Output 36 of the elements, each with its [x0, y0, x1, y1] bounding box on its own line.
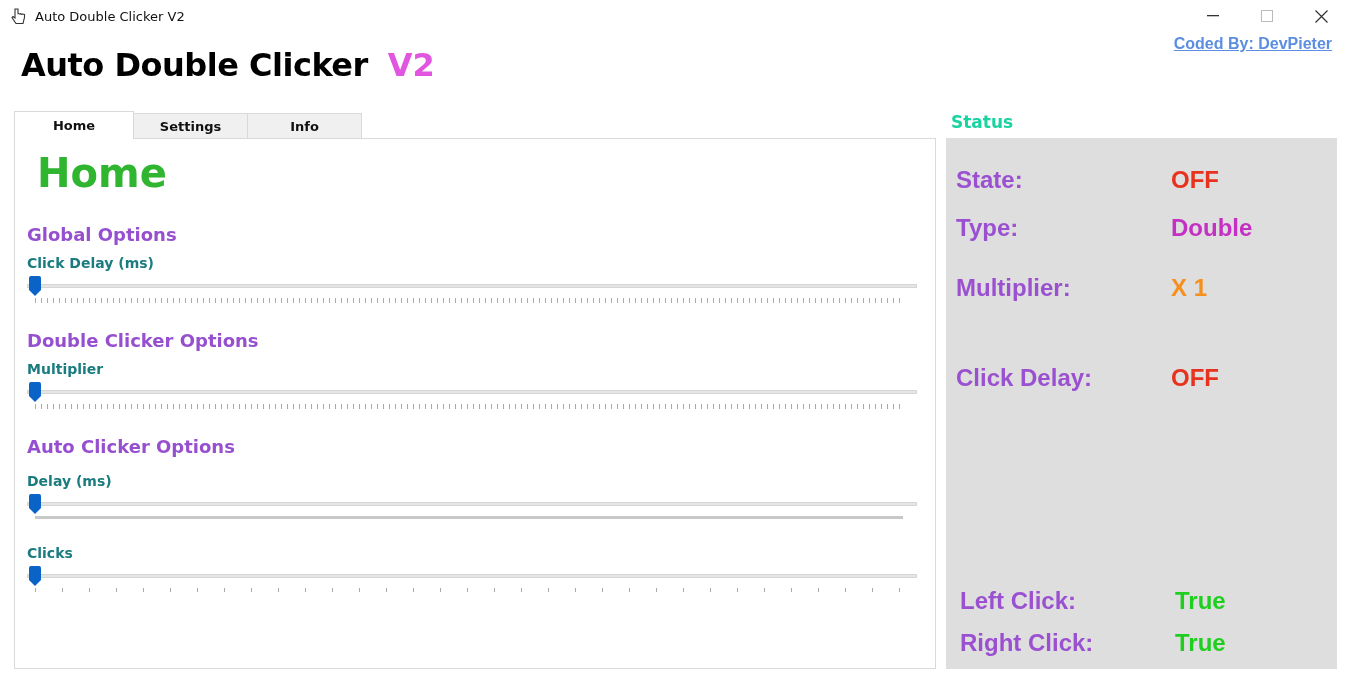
slider-label: Multiplier: [27, 360, 105, 378]
app-title: Auto Double Clicker: [21, 46, 368, 84]
slider-thumb[interactable]: [29, 276, 41, 296]
status-label: Click Delay:: [956, 364, 1094, 392]
status-label: State:: [956, 166, 1024, 194]
slider[interactable]: [27, 380, 917, 412]
status-label: Multiplier:: [956, 274, 1072, 302]
slider-thumb[interactable]: [29, 382, 41, 402]
slider-label: Click Delay (ms): [27, 254, 155, 272]
tab[interactable]: Info: [247, 113, 362, 138]
tab[interactable]: Settings: [133, 113, 248, 138]
status-label: Type:: [956, 214, 1020, 242]
slider-label: Delay (ms): [27, 472, 113, 490]
status-value: True: [1175, 629, 1226, 657]
tab[interactable]: Home: [14, 111, 134, 139]
status-value: Double: [1171, 214, 1253, 242]
page-heading: Home: [37, 149, 168, 197]
slider-thumb[interactable]: [29, 566, 41, 586]
close-icon[interactable]: [1315, 9, 1328, 23]
section-heading: Auto Clicker Options: [27, 436, 236, 458]
status-label: Left Click:: [960, 587, 1077, 615]
slider-thumb[interactable]: [29, 494, 41, 514]
section-heading: Double Clicker Options: [27, 330, 260, 352]
status-title: Status: [951, 111, 1015, 134]
slider-label: Clicks: [27, 544, 74, 562]
slider[interactable]: [27, 274, 917, 306]
status-value: OFF: [1171, 364, 1219, 392]
status-value: True: [1175, 587, 1226, 615]
section-heading: Global Options: [27, 224, 178, 246]
minimize-icon[interactable]: [1207, 15, 1219, 17]
hand-pointer-icon: [9, 7, 27, 25]
window-title: Auto Double Clicker V2: [35, 8, 185, 24]
version-label: V2: [387, 46, 435, 84]
status-label: Right Click:: [960, 629, 1095, 657]
status-value: X 1: [1171, 274, 1208, 302]
status-value: OFF: [1171, 166, 1219, 194]
